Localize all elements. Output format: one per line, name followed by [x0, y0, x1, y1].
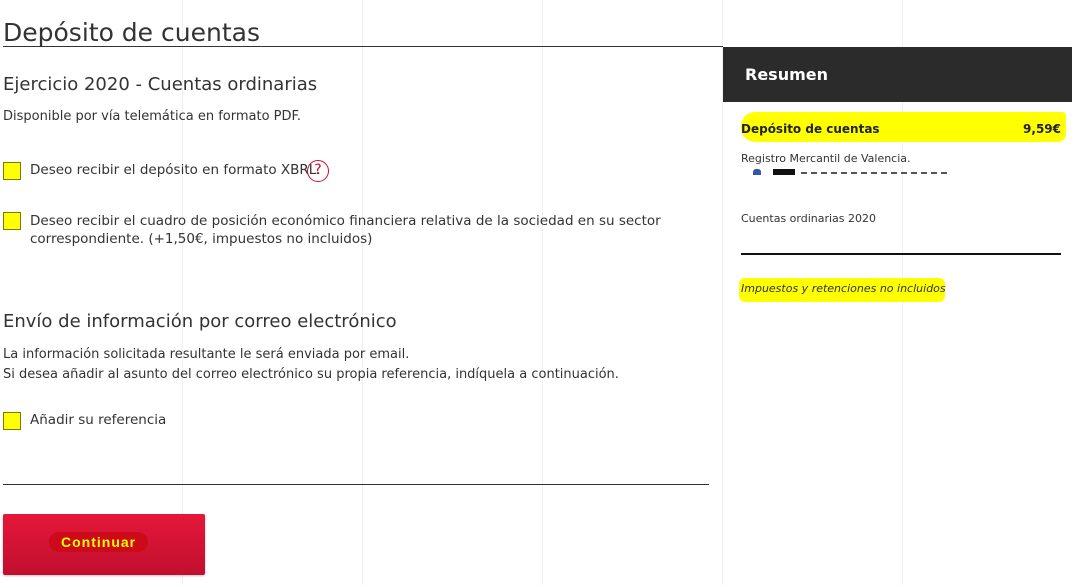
reference-checkbox-label[interactable]: Añadir su referencia	[30, 411, 166, 429]
xbrl-checkbox-label[interactable]: Deseo recibir el depósito en formato XBR…	[30, 161, 321, 179]
email-info-line1: La información solicitada resultante le …	[3, 347, 410, 362]
summary-account-type: Cuentas ordinarias 2020	[741, 212, 877, 225]
redacted-company-name	[741, 169, 961, 175]
position-report-checkbox[interactable]	[3, 212, 21, 230]
email-info-line2: Si desea añadir al asunto del correo ele…	[3, 367, 619, 382]
summary-divider	[741, 253, 1061, 255]
email-section-title: Envío de información por correo electrón…	[3, 311, 397, 332]
form-divider	[3, 484, 709, 485]
summary-item-price: 9,59€	[1023, 122, 1061, 136]
summary-tax-note: Impuestos y retenciones no incluidos	[741, 282, 946, 295]
exercise-title: Ejercicio 2020 - Cuentas ordinarias	[3, 74, 318, 95]
xbrl-checkbox[interactable]	[3, 162, 21, 180]
position-report-label-line2: correspondiente. (+1,50€, impuestos no i…	[30, 231, 373, 247]
availability-text: Disponible por vía telemática en formato…	[3, 109, 302, 124]
grid-line	[542, 0, 543, 585]
title-divider	[3, 46, 723, 47]
grid-line	[362, 0, 363, 585]
summary-title: Resumen	[745, 65, 828, 84]
reference-checkbox[interactable]	[3, 412, 21, 430]
position-report-label[interactable]: Deseo recibir el cuadro de posición econ…	[30, 212, 661, 248]
summary-header: Resumen	[723, 47, 1072, 102]
help-icon[interactable]: ?	[307, 160, 329, 182]
continue-button[interactable]: Continuar	[3, 514, 205, 575]
page-title: Depósito de cuentas	[3, 17, 260, 47]
redaction-block	[773, 169, 795, 175]
position-report-label-line1: Deseo recibir el cuadro de posición econ…	[30, 213, 661, 229]
redaction-text-remnant	[801, 172, 951, 174]
summary-registry: Registro Mercantil de Valencia.	[741, 152, 911, 165]
continue-button-label: Continuar	[49, 532, 149, 552]
redaction-mark	[753, 169, 761, 175]
summary-item-name: Depósito de cuentas	[741, 122, 880, 136]
